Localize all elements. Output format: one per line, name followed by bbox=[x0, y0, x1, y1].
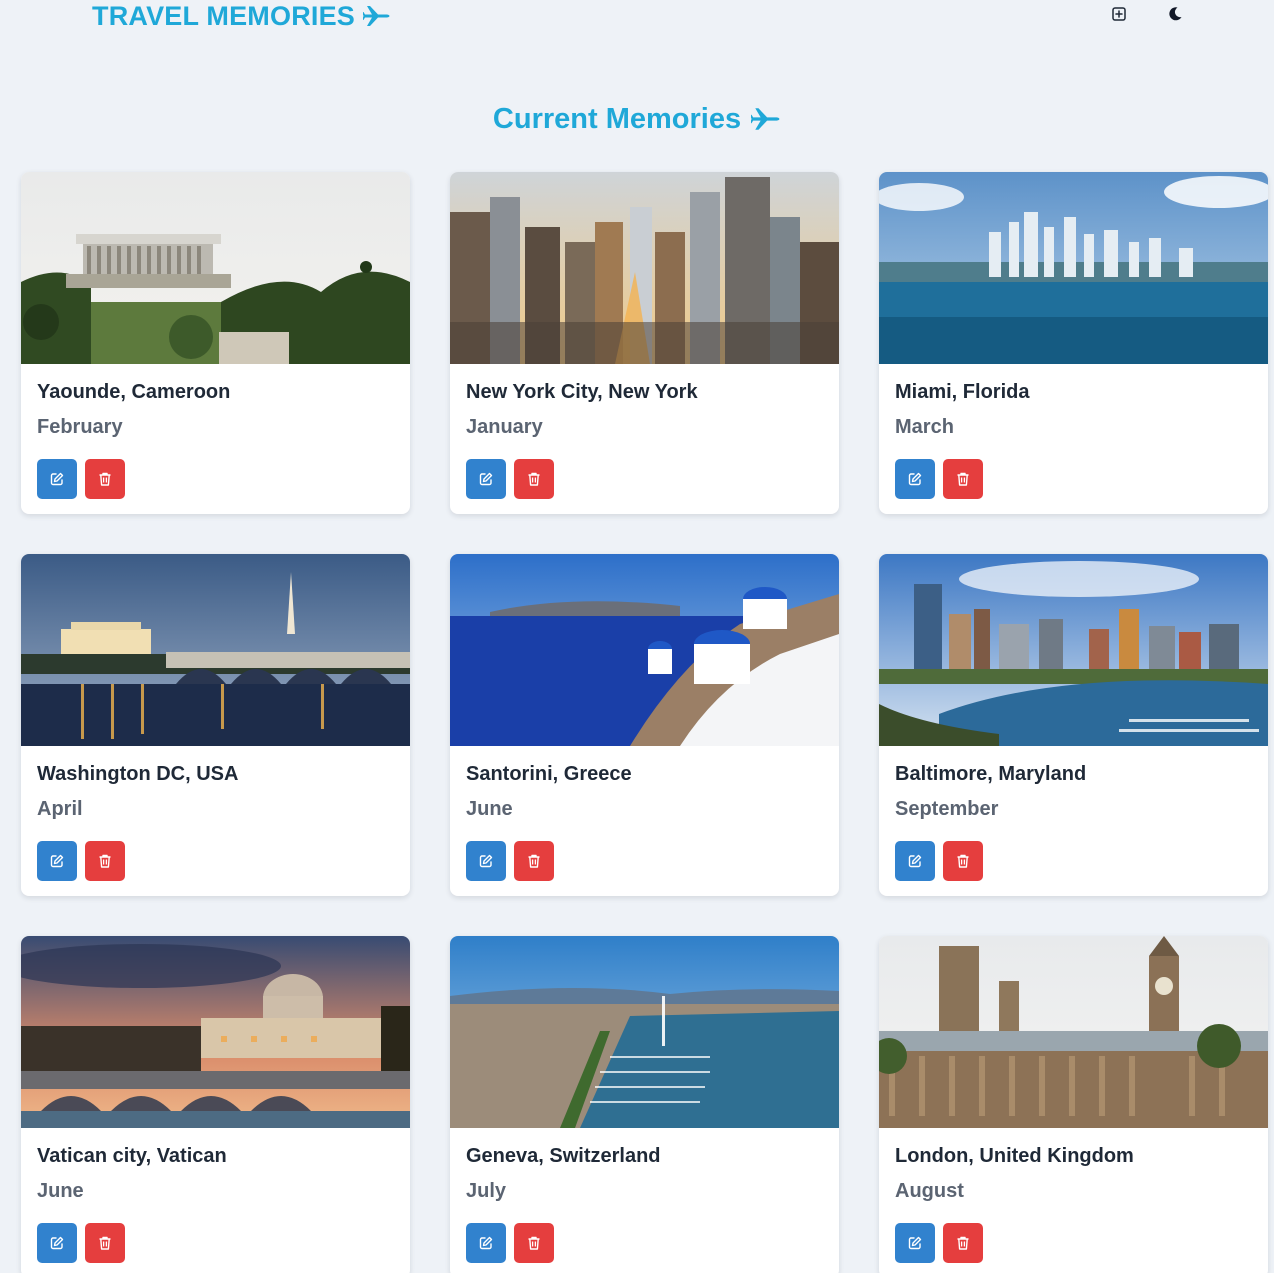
theme-toggle-button[interactable] bbox=[1164, 3, 1186, 25]
trash-icon bbox=[957, 1236, 969, 1250]
memory-card: New York City, New York January bbox=[450, 172, 839, 514]
memory-card: Baltimore, Maryland September bbox=[879, 554, 1268, 896]
brand-logo[interactable]: TRAVEL MEMORIES bbox=[92, 0, 391, 32]
delete-memory-button[interactable] bbox=[514, 459, 554, 499]
edit-icon bbox=[908, 1236, 922, 1250]
delete-memory-button[interactable] bbox=[943, 841, 983, 881]
memory-month: June bbox=[37, 1180, 84, 1202]
edit-icon bbox=[479, 472, 493, 486]
trash-icon bbox=[528, 1236, 540, 1250]
memory-card: Washington DC, USA April bbox=[21, 554, 410, 896]
memory-photo bbox=[879, 554, 1268, 746]
delete-memory-button[interactable] bbox=[943, 459, 983, 499]
memory-month: August bbox=[895, 1180, 964, 1202]
edit-memory-button[interactable] bbox=[895, 459, 935, 499]
edit-icon bbox=[479, 854, 493, 868]
delete-memory-button[interactable] bbox=[85, 459, 125, 499]
edit-icon bbox=[50, 854, 64, 868]
memory-place: Santorini, Greece bbox=[466, 763, 632, 785]
delete-memory-button[interactable] bbox=[514, 841, 554, 881]
memory-photo bbox=[21, 936, 410, 1128]
plus-square-icon bbox=[1112, 7, 1126, 21]
memory-card: Geneva, Switzerland July bbox=[450, 936, 839, 1273]
delete-memory-button[interactable] bbox=[514, 1223, 554, 1263]
trash-icon bbox=[957, 472, 969, 486]
memory-place: Baltimore, Maryland bbox=[895, 763, 1087, 785]
section-title: Current Memories bbox=[492, 102, 742, 135]
delete-memory-button[interactable] bbox=[943, 1223, 983, 1263]
edit-memory-button[interactable] bbox=[37, 1223, 77, 1263]
moon-icon bbox=[1169, 7, 1182, 21]
trash-icon bbox=[528, 472, 540, 486]
edit-icon bbox=[908, 472, 922, 486]
memory-place: Washington DC, USA bbox=[37, 763, 239, 785]
memory-card: Santorini, Greece June bbox=[450, 554, 839, 896]
memory-place: Miami, Florida bbox=[895, 381, 1030, 403]
memory-photo bbox=[450, 172, 839, 364]
edit-memory-button[interactable] bbox=[466, 1223, 506, 1263]
memory-place: London, United Kingdom bbox=[895, 1145, 1134, 1167]
delete-memory-button[interactable] bbox=[85, 1223, 125, 1263]
trash-icon bbox=[99, 1236, 111, 1250]
memory-photo bbox=[21, 554, 410, 746]
edit-icon bbox=[479, 1236, 493, 1250]
memory-card: Vatican city, Vatican June bbox=[21, 936, 410, 1273]
memory-photo bbox=[450, 554, 839, 746]
edit-memory-button[interactable] bbox=[37, 459, 77, 499]
airplane-icon bbox=[751, 108, 780, 130]
memory-photo bbox=[879, 172, 1268, 364]
memory-place: Vatican city, Vatican bbox=[37, 1145, 227, 1167]
trash-icon bbox=[528, 854, 540, 868]
memory-card: London, United Kingdom August bbox=[879, 936, 1268, 1273]
memory-photo bbox=[21, 172, 410, 364]
memory-month: September bbox=[895, 798, 999, 820]
edit-memory-button[interactable] bbox=[37, 841, 77, 881]
edit-memory-button[interactable] bbox=[895, 841, 935, 881]
top-header: TRAVEL MEMORIES bbox=[0, 0, 1274, 34]
airplane-icon bbox=[363, 6, 390, 26]
memory-place: New York City, New York bbox=[466, 381, 698, 403]
memory-card: Yaounde, Cameroon February bbox=[21, 172, 410, 514]
memories-grid: Yaounde, Cameroon February New York City… bbox=[21, 172, 1268, 1273]
trash-icon bbox=[99, 854, 111, 868]
trash-icon bbox=[957, 854, 969, 868]
delete-memory-button[interactable] bbox=[85, 841, 125, 881]
add-memory-button[interactable] bbox=[1108, 3, 1130, 25]
memory-month: April bbox=[37, 798, 83, 820]
memory-month: June bbox=[466, 798, 513, 820]
memory-place: Yaounde, Cameroon bbox=[37, 381, 231, 403]
memory-month: January bbox=[466, 416, 543, 438]
travel-memories-page: TRAVEL MEMORIES Current Memories Yaounde… bbox=[0, 0, 1274, 1273]
edit-memory-button[interactable] bbox=[466, 459, 506, 499]
edit-memory-button[interactable] bbox=[895, 1223, 935, 1263]
trash-icon bbox=[99, 472, 111, 486]
section-heading: Current Memories bbox=[0, 100, 1274, 138]
memory-photo bbox=[450, 936, 839, 1128]
edit-icon bbox=[908, 854, 922, 868]
memory-month: March bbox=[895, 416, 954, 438]
memory-place: Geneva, Switzerland bbox=[466, 1145, 661, 1167]
memory-card: Miami, Florida March bbox=[879, 172, 1268, 514]
memory-month: February bbox=[37, 416, 123, 438]
edit-icon bbox=[50, 472, 64, 486]
edit-memory-button[interactable] bbox=[466, 841, 506, 881]
memory-photo bbox=[879, 936, 1268, 1128]
brand-title: TRAVEL MEMORIES bbox=[92, 0, 356, 31]
memory-month: July bbox=[466, 1180, 507, 1202]
edit-icon bbox=[50, 1236, 64, 1250]
